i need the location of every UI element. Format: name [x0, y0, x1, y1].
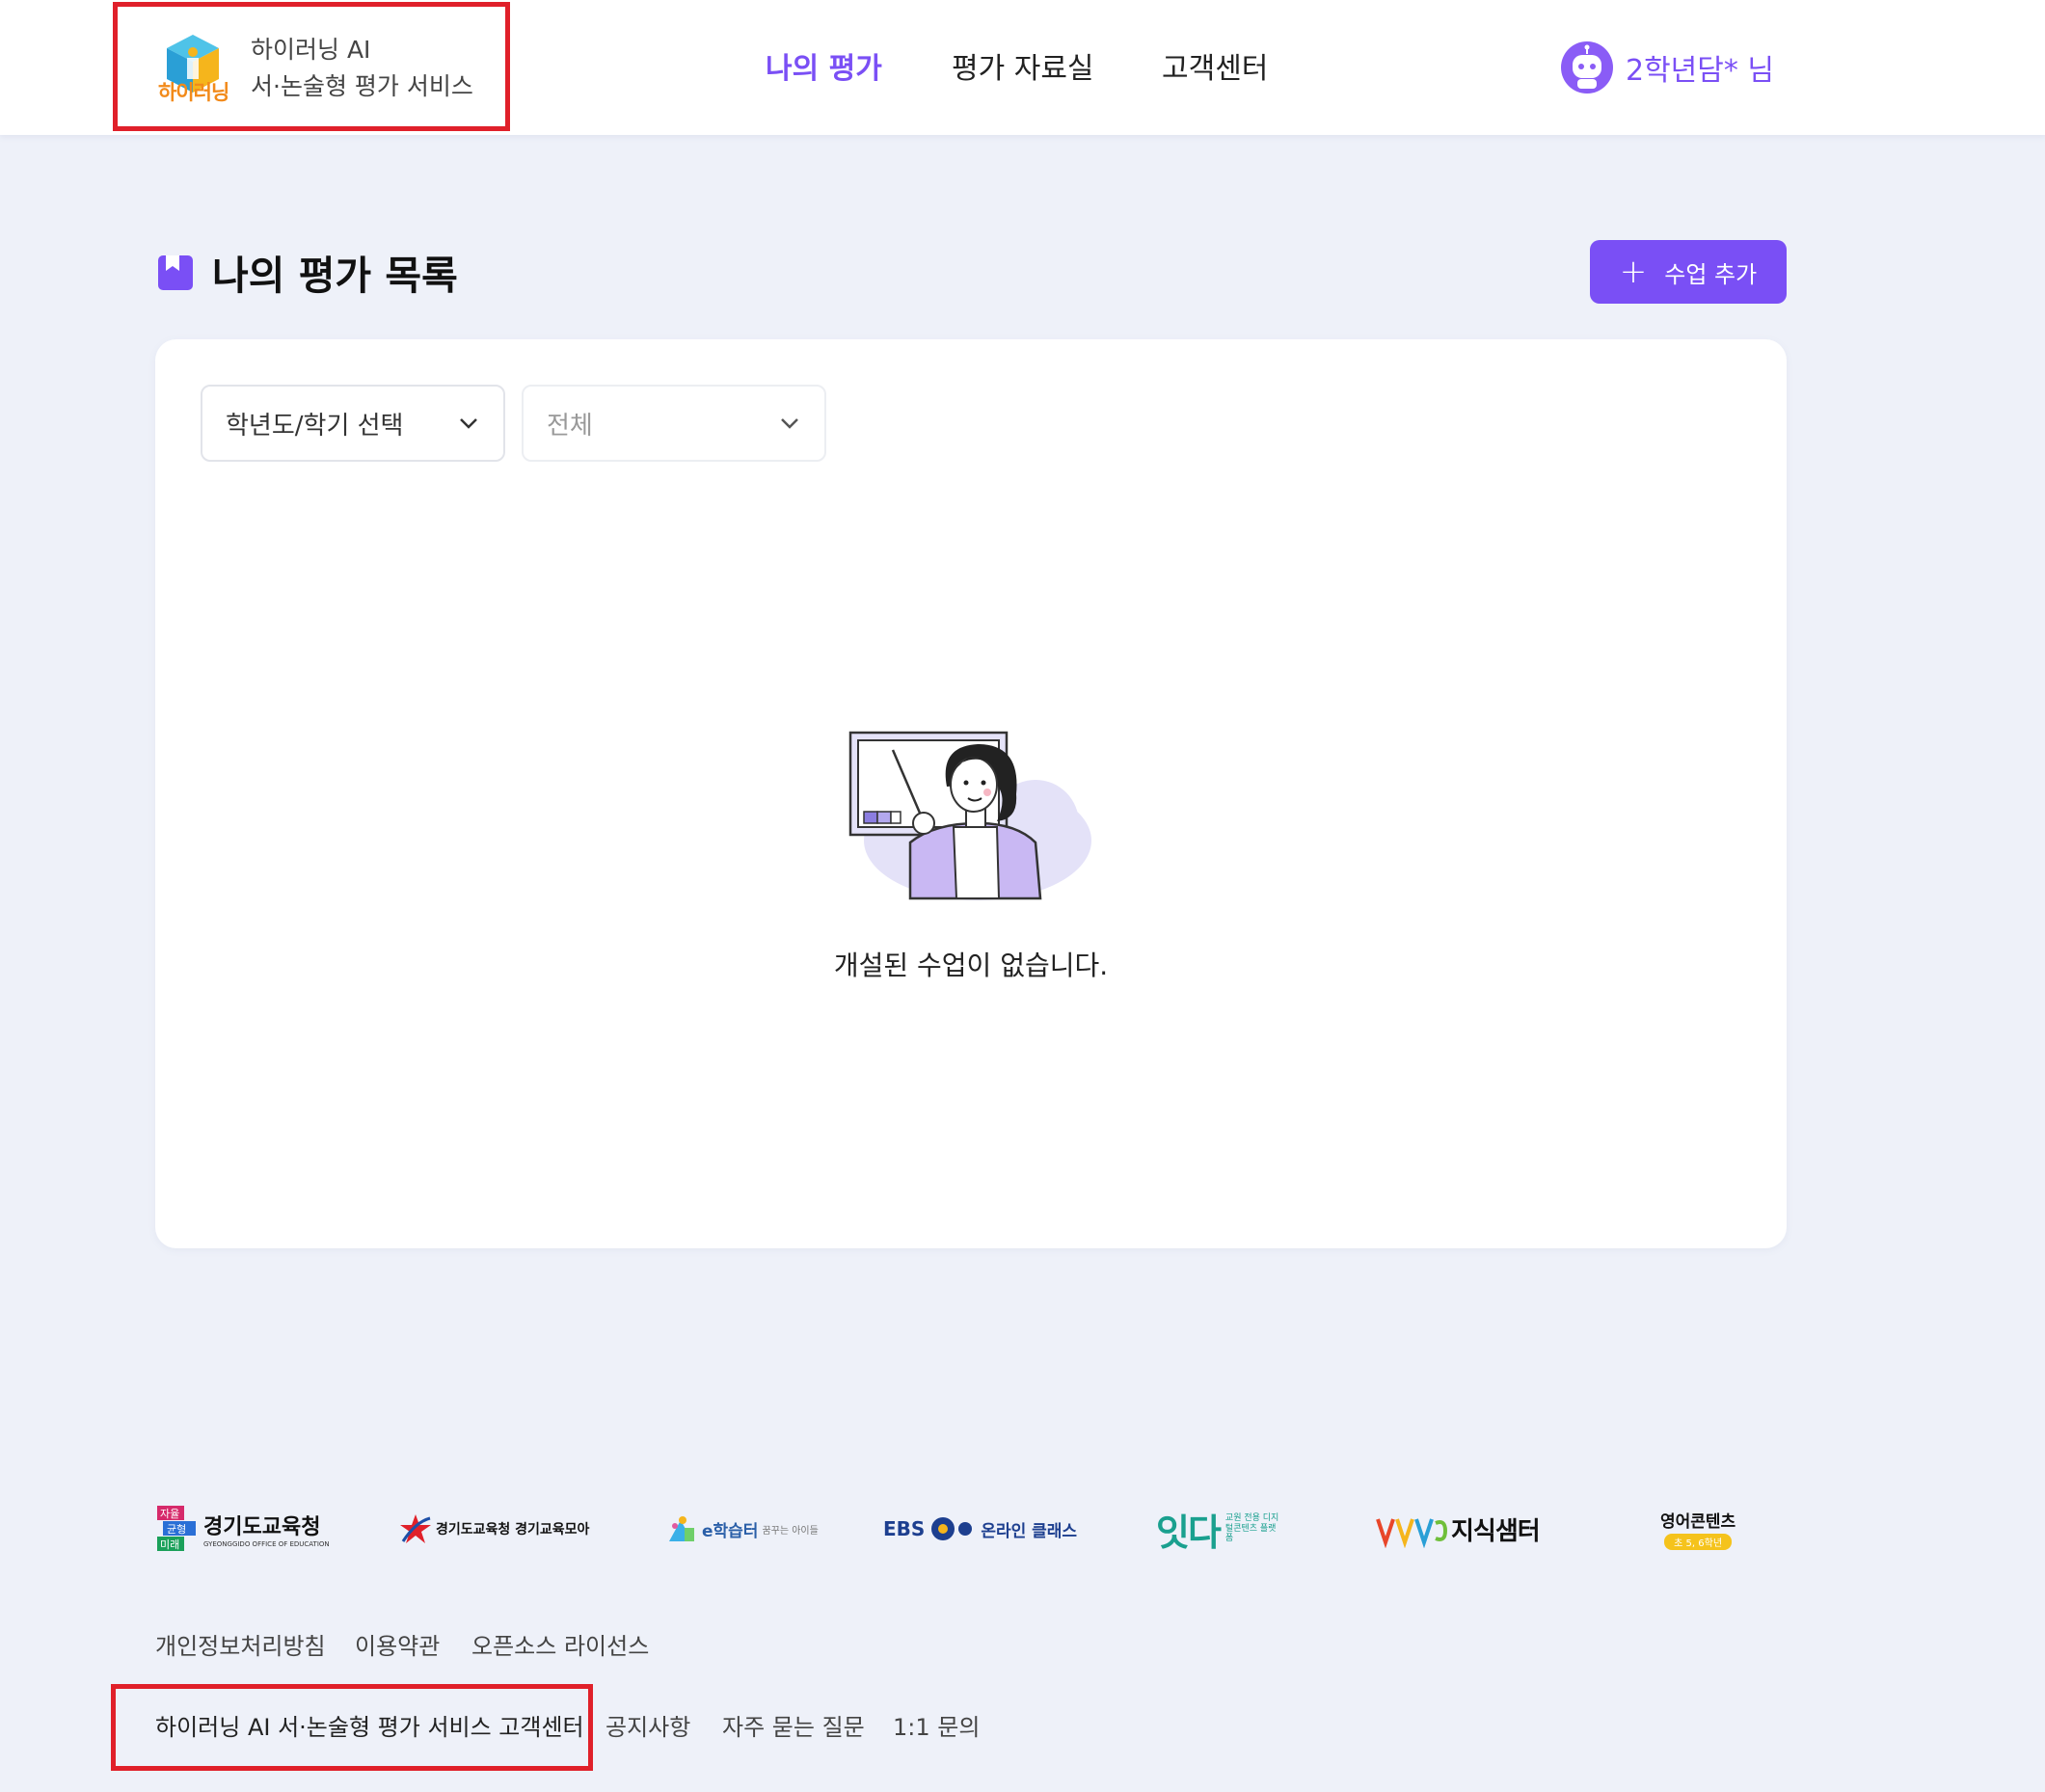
partner-logo-english-content[interactable]: 영어콘텐츠 초 5, 6학년: [1660, 1502, 1736, 1556]
jisik-saemteo-logo-icon: [1376, 1518, 1448, 1548]
nav-my-evaluation[interactable]: 나의 평가: [766, 44, 882, 87]
partner-logo-gyeonggi-office[interactable]: 자율 균형 미래 경기도교육청 GYEONGGIDO OFFICE OF EDU…: [155, 1502, 330, 1556]
evaluation-list-card: 학년도/학기 선택 전체 개설된 수업이 없습니다.: [155, 339, 1787, 1248]
customer-center-link[interactable]: 하이러닝 AI 서·논술형 평가 서비스 고객센터: [155, 1708, 584, 1742]
partner-sub: 교원 전용 디지털콘텐츠 플랫폼: [1224, 1512, 1279, 1544]
partner-logo-jisik-saemteo[interactable]: 지식샘터: [1374, 1502, 1541, 1556]
partner-name: 영어콘텐츠: [1660, 1512, 1736, 1532]
partner-sub: GYEONGGIDO OFFICE OF EDUCATION: [203, 1540, 330, 1548]
partner-name: 잇다: [1156, 1511, 1222, 1554]
privacy-policy-link[interactable]: 개인정보처리방침: [155, 1627, 326, 1661]
top-header: 하이러닝 하이러닝 AI 서·논술형 평가 서비스 나의 평가 평가 자료실 고…: [0, 0, 2045, 135]
partner-name: 경기도교육청: [203, 1515, 321, 1539]
user-menu[interactable]: 2학년담* 님: [1560, 39, 1774, 96]
page-title: 나의 평가 목록: [212, 253, 458, 299]
year-semester-select[interactable]: 학년도/학기 선택: [201, 385, 505, 462]
one-on-one-inquiry-link[interactable]: 1:1 문의: [893, 1708, 980, 1742]
robot-avatar-icon: [1561, 41, 1613, 94]
partner-name: e학습터: [702, 1521, 759, 1541]
partner-name: EBS: [883, 1517, 926, 1540]
partner-name: 경기도교육청 경기교육모아: [436, 1522, 590, 1538]
badge-word-3: 미래: [160, 1538, 179, 1551]
user-name[interactable]: 2학년담* 님: [1626, 46, 1774, 89]
service-name-line1[interactable]: 하이러닝 AI: [251, 31, 370, 66]
chevron-down-icon: [460, 418, 477, 429]
logo-wordmark[interactable]: 하이러닝: [158, 77, 229, 106]
partner-logo-e-hakseupteo[interactable]: e학습터 꿈꾸는 아이들: [665, 1502, 819, 1556]
year-semester-value: 학년도/학기 선택: [226, 411, 404, 441]
teacher-illustration: [848, 731, 1091, 900]
chevron-down-icon: [781, 418, 798, 429]
e-hakseupteo-logo-icon: [669, 1516, 694, 1541]
partner-sub: 온라인 클래스: [981, 1521, 1078, 1541]
star-logo-icon: [400, 1514, 431, 1543]
bookmark-icon: [158, 255, 193, 290]
service-name-line2[interactable]: 서·논술형 평가 서비스: [251, 67, 473, 102]
nav-evaluation-library[interactable]: 평가 자료실: [952, 44, 1094, 87]
gyeonggi-badge-icon: 자율 균형 미래: [157, 1506, 196, 1551]
partner-logo-itda[interactable]: 잇다 교원 전용 디지털콘텐츠 플랫폼: [1156, 1502, 1283, 1556]
category-value: 전체: [547, 411, 593, 441]
badge-word-2: 균형: [167, 1523, 186, 1536]
plus-icon: +: [1619, 253, 1648, 291]
add-class-label: 수업 추가: [1664, 260, 1758, 288]
partner-sub: 초 5, 6학년: [1664, 1534, 1733, 1550]
category-select[interactable]: 전체: [522, 385, 826, 462]
partner-sub: 꿈꾸는 아이들: [762, 1525, 819, 1537]
ebs-dots-icon: [931, 1517, 973, 1540]
add-class-button[interactable]: + 수업 추가: [1590, 240, 1787, 304]
nav-customer-center[interactable]: 고객센터: [1162, 44, 1268, 87]
partner-logo-ebs-online-class[interactable]: EBS 온라인 클래스: [883, 1502, 1077, 1556]
empty-state-message: 개설된 수업이 없습니다.: [833, 949, 1109, 981]
badge-word-1: 자율: [160, 1508, 179, 1520]
terms-link[interactable]: 이용약관: [355, 1627, 440, 1661]
open-source-license-link[interactable]: 오픈소스 라이선스: [471, 1627, 649, 1661]
faq-link[interactable]: 자주 묻는 질문: [722, 1708, 865, 1742]
notice-link[interactable]: 공지사항: [605, 1708, 690, 1742]
partner-name: 지식샘터: [1451, 1516, 1541, 1546]
partner-logo-gyeonggi-moa[interactable]: 경기도교육청 경기교육모아: [399, 1502, 589, 1556]
